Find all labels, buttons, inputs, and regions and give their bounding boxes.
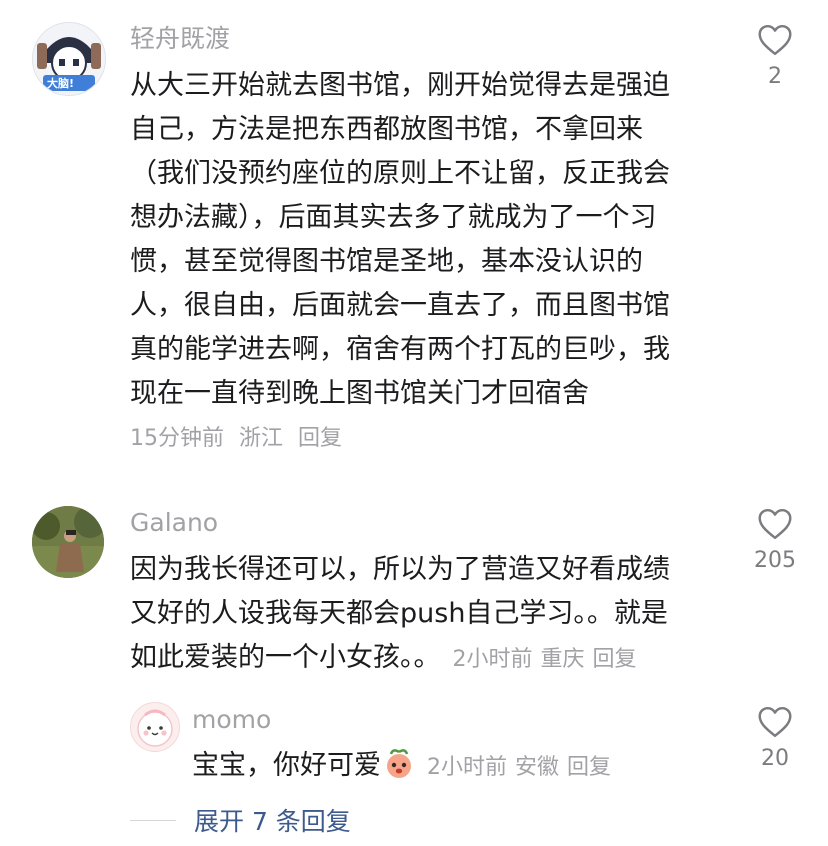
comment-meta: 2小时前 重庆 回复 — [453, 647, 645, 672]
comment-line: 如此爱装的一个小女孩。。 2小时前 重庆 回复 — [130, 636, 670, 682]
reply-button[interactable]: 回复 — [567, 755, 611, 780]
comment-meta: 2小时前 安徽 回复 — [427, 755, 619, 780]
expand-replies-button[interactable]: 展开 7 条回复 — [130, 800, 351, 840]
like-count: 205 — [754, 548, 796, 573]
comment-line: 因为我长得还可以，所以为了营造又好看成绩 — [130, 554, 670, 585]
heart-icon — [758, 24, 792, 56]
username[interactable]: 轻舟既渡 — [130, 24, 230, 54]
photo-avatar-icon — [32, 506, 104, 578]
comment-line: 人，很自由，后面就会一直去了，而且图书馆 — [130, 290, 670, 321]
reply-button[interactable]: 回复 — [298, 426, 342, 451]
comment-line: 又好的人设我每天都会push自己学习。。就是 — [130, 598, 668, 629]
like-button[interactable]: 2 — [740, 24, 810, 90]
comment-line-text: 如此爱装的一个小女孩。。 — [130, 642, 441, 673]
divider — [130, 819, 176, 821]
cute-face-avatar-icon — [137, 709, 173, 747]
heart-icon — [758, 706, 792, 738]
comment-text: 从大三开始就去图书馆，刚开始觉得去是强迫 自己，方法是把东西都放图书馆，不拿回来… — [130, 64, 670, 416]
peach-face-emoji-icon — [383, 748, 415, 794]
comment-line: 惯，甚至觉得图书馆是圣地，基本没认识的 — [130, 246, 643, 277]
comment-location: 安徽 — [515, 755, 560, 780]
comment-line: 想办法藏），后面其实去多了就成为了一个习 — [130, 202, 657, 233]
comment-line: （我们没预约座位的原则上不让留，反正我会 — [130, 158, 670, 189]
comment-time: 2小时前 — [452, 647, 533, 672]
like-count: 20 — [761, 746, 789, 771]
avatar[interactable] — [130, 702, 180, 752]
avatar[interactable]: 大脑! — [32, 22, 106, 96]
username[interactable]: Galano — [130, 508, 218, 538]
comment-text: 因为我长得还可以，所以为了营造又好看成绩 又好的人设我每天都会push自己学习。… — [130, 548, 670, 682]
heart-icon — [758, 508, 792, 540]
comment-line: 宝宝，你好可爱 2小时前 安徽 回复 — [192, 744, 619, 794]
comment-line: 现在一直待到晚上图书馆关门才回宿舍 — [130, 378, 589, 409]
like-button[interactable]: 205 — [740, 508, 810, 574]
avatar[interactable] — [32, 506, 104, 578]
username[interactable]: momo — [192, 705, 271, 735]
comment-location: 重庆 — [540, 647, 585, 672]
like-count: 2 — [768, 64, 782, 89]
like-button[interactable]: 20 — [740, 706, 810, 772]
comment-text: 宝宝，你好可爱 2小时前 安徽 回复 — [192, 744, 619, 794]
reply-button[interactable]: 回复 — [593, 647, 637, 672]
comment-meta: 15分钟前 浙江 回复 — [130, 424, 350, 454]
comment-line: 自己，方法是把东西都放图书馆，不拿回来 — [130, 114, 643, 145]
comment-time: 15分钟前 — [130, 426, 224, 451]
comment-line: 从大三开始就去图书馆，刚开始觉得去是强迫 — [130, 70, 670, 101]
comment-line-text: 宝宝，你好可爱 — [192, 750, 381, 781]
comment-time: 2小时前 — [427, 755, 507, 780]
avatar-caption: 大脑! — [47, 77, 75, 90]
comment-line: 真的能学进去啊，宿舍有两个打瓦的巨吵，我 — [130, 334, 670, 365]
comment-location: 浙江 — [239, 426, 284, 451]
expand-replies-label[interactable]: 展开 7 条回复 — [194, 802, 351, 838]
